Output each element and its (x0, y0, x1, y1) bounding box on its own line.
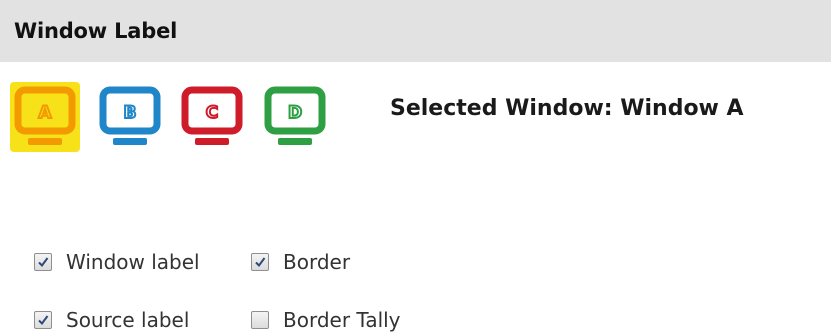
border-tally-checkbox[interactable] (251, 311, 269, 329)
window-c-button[interactable]: C (177, 82, 247, 152)
window-label-checkbox[interactable] (34, 253, 52, 271)
check-icon (38, 257, 49, 268)
source-label-checkbox[interactable] (34, 311, 52, 329)
window-label-option-label: Window label (66, 250, 200, 274)
border-tally-option-label: Border Tally (283, 308, 401, 332)
monitor-icon: C (181, 86, 243, 145)
border-tally-option[interactable]: Border Tally (251, 308, 401, 332)
svg-text:D: D (288, 103, 302, 123)
window-b-button[interactable]: B (95, 82, 165, 152)
panel-title: Window Label (14, 19, 178, 43)
border-option-label: Border (283, 250, 351, 274)
source-label-option[interactable]: Source label (34, 308, 189, 332)
svg-text:C: C (206, 103, 218, 123)
svg-text:A: A (38, 103, 52, 123)
panel-header: Window Label (0, 0, 831, 62)
check-icon (38, 315, 49, 326)
selected-window-label: Selected Window: Window A (390, 96, 744, 121)
source-label-option-label: Source label (66, 308, 190, 332)
check-icon (255, 257, 266, 268)
window-label-option[interactable]: Window label (34, 250, 200, 274)
border-option[interactable]: Border (251, 250, 350, 274)
window-a-button[interactable]: A (10, 82, 80, 152)
window-d-button[interactable]: D (260, 82, 330, 152)
border-checkbox[interactable] (251, 253, 269, 271)
svg-text:B: B (124, 103, 137, 123)
monitor-icon: A (14, 86, 76, 145)
monitor-icon: B (99, 86, 161, 145)
monitor-icon: D (264, 86, 326, 145)
